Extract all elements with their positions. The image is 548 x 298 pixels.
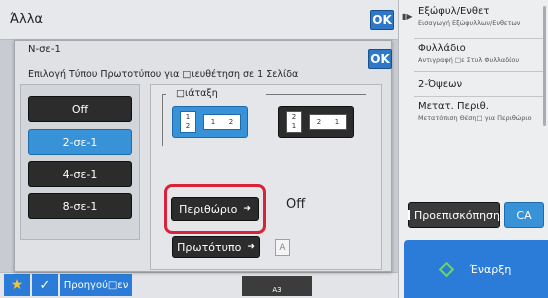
layout-bracket xyxy=(162,94,166,146)
option-8-in-1-button[interactable]: 8-σε-1 xyxy=(28,193,132,219)
dialog-title: N-σε-1 xyxy=(28,44,61,55)
right-item-title: Φυλλάδιο xyxy=(418,43,466,54)
outer-title: Άλλα xyxy=(10,12,43,27)
layout-result-icon: 2 1 xyxy=(309,114,347,130)
check-icon[interactable]: ✓ xyxy=(32,274,58,296)
outer-ok-button[interactable]: OK xyxy=(370,10,394,30)
right-item-subtitle: Μετατόπιση Θέση□ για Περιθώριο xyxy=(418,114,532,122)
border-value: Off xyxy=(286,197,306,212)
star-icon[interactable]: ★ xyxy=(4,274,30,296)
outer-header xyxy=(0,0,398,40)
option-off-button[interactable]: Off xyxy=(28,96,132,122)
arrow-right-icon: ➜ xyxy=(243,204,251,214)
layout-page-icon: 1 2 xyxy=(180,111,196,133)
option-2-in-1-button[interactable]: 2-σε-1 xyxy=(28,129,132,155)
preview-icon xyxy=(408,210,410,220)
border-button-label: Περιθώριο xyxy=(179,202,238,216)
arrow-right-icon: ➜ xyxy=(247,242,255,252)
right-item-title: 2-Όψεων xyxy=(418,79,463,90)
divider xyxy=(414,71,544,72)
layout-page-num: 1 xyxy=(185,113,191,121)
right-item-booklet[interactable]: Φυλλάδιο Αντιγραφή □ε Στυλ Φυλλαδίου xyxy=(418,43,546,64)
right-item-margin-shift[interactable]: Μετατ. Περιθ. Μετατόπιση Θέση□ για Περιθ… xyxy=(418,101,546,122)
previous-button[interactable]: Προηγού□εν xyxy=(60,274,132,296)
layout-page-num: 1 xyxy=(291,122,297,130)
previous-label: Προηγού□εν xyxy=(63,279,129,291)
layout-label: □ιάταξη xyxy=(176,88,218,99)
start-label: Έναρξη xyxy=(469,262,512,276)
original-icon-letter: A xyxy=(279,242,286,253)
right-panel-scrollbar[interactable] xyxy=(543,6,546,126)
layout-result-num: 2 xyxy=(228,118,234,126)
layout-result-num: 1 xyxy=(210,118,216,126)
right-item-duplex[interactable]: 2-Όψεων xyxy=(418,79,546,90)
original-orientation-icon: A xyxy=(275,239,290,256)
original-button-label: Πρωτότυπο xyxy=(177,240,242,254)
preview-label: Προεπισκόπηση xyxy=(414,208,500,222)
dialog-subtitle: Επιλογή Τύπου Πρωτοτύπου για □ιευθέτηση … xyxy=(28,69,299,80)
layout-result-num: 1 xyxy=(334,118,340,126)
layout-option-right-to-left[interactable]: 2 1 2 1 xyxy=(278,106,354,138)
start-button[interactable]: Έναρξη xyxy=(404,240,548,298)
layout-result-num: 2 xyxy=(316,118,322,126)
divider xyxy=(414,38,544,39)
preview-button[interactable]: Προεπισκόπηση xyxy=(408,202,500,228)
right-item-title: Εξώφυλ/Ενθετ xyxy=(418,6,490,17)
start-icon xyxy=(438,261,454,277)
original-button[interactable]: Πρωτότυπο ➜ xyxy=(172,236,260,258)
layout-result-icon: 1 2 xyxy=(203,114,241,130)
divider xyxy=(414,96,544,97)
layout-bracket-right xyxy=(266,94,366,95)
layout-page-icon: 2 1 xyxy=(286,111,302,133)
layout-page-num: 2 xyxy=(291,113,297,121)
right-item-subtitle: Εισαγωγή Εξώφυλλων/Ενθετων xyxy=(418,19,521,27)
ca-button[interactable]: CA xyxy=(504,202,544,228)
paper-size-label: A3 xyxy=(272,286,282,294)
right-item-cover-insert[interactable]: Εξώφυλ/Ενθετ Εισαγωγή Εξώφυλλων/Ενθετων xyxy=(418,6,546,27)
dialog-ok-button[interactable]: OK xyxy=(368,49,392,69)
right-item-subtitle: Αντιγραφή □ε Στυλ Φυλλαδίου xyxy=(418,56,520,64)
paper-size-indicator: A3 xyxy=(242,276,312,296)
right-panel-play-icon: ▮▶ xyxy=(402,12,413,21)
layout-option-left-to-right[interactable]: 1 2 1 2 xyxy=(172,106,248,138)
border-button[interactable]: Περιθώριο ➜ xyxy=(171,197,259,221)
right-item-title: Μετατ. Περιθ. xyxy=(418,101,489,112)
option-4-in-1-button[interactable]: 4-σε-1 xyxy=(28,161,132,187)
layout-page-num: 2 xyxy=(185,122,191,130)
